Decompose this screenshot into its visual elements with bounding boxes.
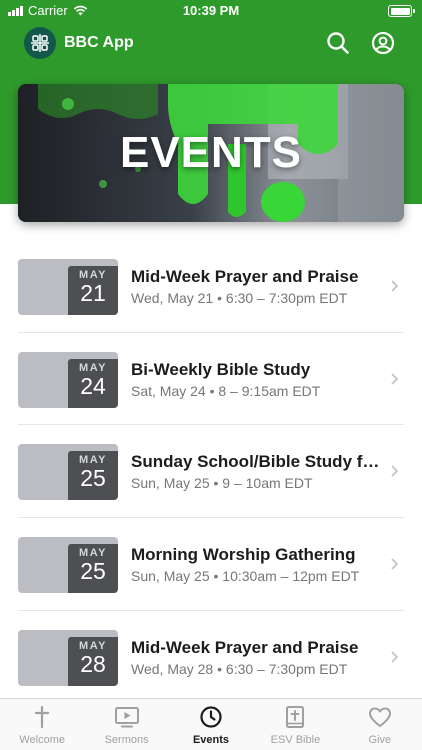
event-row[interactable]: MAY 24 Bi-Weekly Bible Study Sat, May 24… [0, 333, 422, 426]
chevron-right-icon [391, 373, 399, 385]
event-row[interactable]: MAY 28 Mid-Week Prayer and Praise Wed, M… [0, 611, 422, 704]
event-image: MAY 21 [18, 259, 118, 315]
date-day: 24 [80, 372, 106, 399]
video-icon [114, 705, 140, 729]
chevron-right-icon [391, 280, 399, 292]
event-row[interactable]: MAY 25 Morning Worship Gathering Sun, Ma… [0, 518, 422, 611]
cross-icon [29, 705, 55, 729]
status-bar: Carrier 10:39 PM [0, 0, 422, 22]
event-datetime: Sun, May 25 • 10:30am – 12pm EDT [131, 568, 360, 585]
tab-esv-bible[interactable]: ESV Bible [253, 699, 337, 750]
event-image: MAY 25 [18, 444, 118, 501]
event-datetime: Sat, May 24 • 8 – 9:15am EDT [131, 382, 321, 399]
banner-title: EVENTS [119, 128, 303, 177]
tab-sermons[interactable]: Sermons [84, 699, 168, 750]
battery-icon [388, 5, 415, 17]
event-title: Bi-Weekly Bible Study [131, 359, 311, 379]
bible-icon [282, 705, 308, 729]
date-badge: MAY 28 [68, 636, 118, 686]
event-title: Mid-Week Prayer and Praise [131, 637, 359, 657]
date-badge: MAY 21 [68, 266, 118, 315]
date-badge: MAY 25 [68, 544, 118, 594]
event-row[interactable]: MAY 25 Sunday School/Bible Study for... … [0, 425, 422, 519]
event-image: MAY 24 [18, 351, 118, 408]
tab-bar: Welcome Sermons Events ESV Bible Give [0, 698, 422, 750]
heart-icon [367, 705, 393, 729]
tab-events[interactable]: Events [169, 699, 253, 750]
tab-label: Give [368, 734, 392, 746]
profile-button[interactable] [370, 30, 396, 56]
chevron-right-icon [391, 465, 399, 478]
date-month: MAY [79, 361, 107, 374]
tab-label: Sermons [104, 734, 149, 746]
tab-give[interactable]: Give [338, 699, 422, 750]
chevron-right-icon [391, 558, 399, 570]
date-day: 25 [80, 465, 106, 492]
app-title: BBC App [64, 34, 134, 51]
date-badge: MAY 24 [68, 358, 118, 408]
date-day: 21 [80, 280, 106, 306]
event-title: Mid-Week Prayer and Praise [131, 267, 359, 286]
tab-welcome[interactable]: Welcome [0, 699, 84, 750]
event-datetime: Sun, May 25 • 9 – 10am EDT [131, 475, 313, 492]
date-badge: MAY 25 [68, 451, 118, 501]
event-title: Morning Worship Gathering [131, 545, 356, 565]
date-day: 28 [80, 650, 106, 677]
chevron-right-icon [391, 651, 399, 663]
event-row[interactable]: MAY 21 Mid-Week Prayer and Praise Wed, M… [0, 240, 422, 333]
event-datetime: Wed, May 28 • 6:30 – 7:30pm EDT [131, 660, 348, 677]
app-header: BBC App [0, 22, 422, 66]
tab-label: Events [192, 734, 230, 746]
event-image: MAY 25 [18, 537, 118, 594]
search-button[interactable] [325, 30, 351, 56]
event-image: MAY 28 [18, 629, 118, 686]
tab-label: ESV Bible [270, 734, 321, 746]
events-banner: EVENTS [18, 84, 404, 222]
clock-icon [198, 705, 224, 729]
app-logo-icon [24, 27, 56, 59]
event-datetime: Wed, May 21 • 6:30 – 7:30pm EDT [131, 290, 348, 306]
event-list: MAY 21 Mid-Week Prayer and Praise Wed, M… [0, 240, 422, 703]
tab-label: Welcome [19, 734, 66, 746]
search-icon [327, 32, 349, 54]
status-time: 10:39 PM [182, 3, 240, 18]
date-month: MAY [79, 639, 107, 652]
event-title: Sunday School/Bible Study for... [131, 452, 382, 472]
date-day: 25 [80, 558, 106, 585]
profile-icon [371, 31, 395, 55]
